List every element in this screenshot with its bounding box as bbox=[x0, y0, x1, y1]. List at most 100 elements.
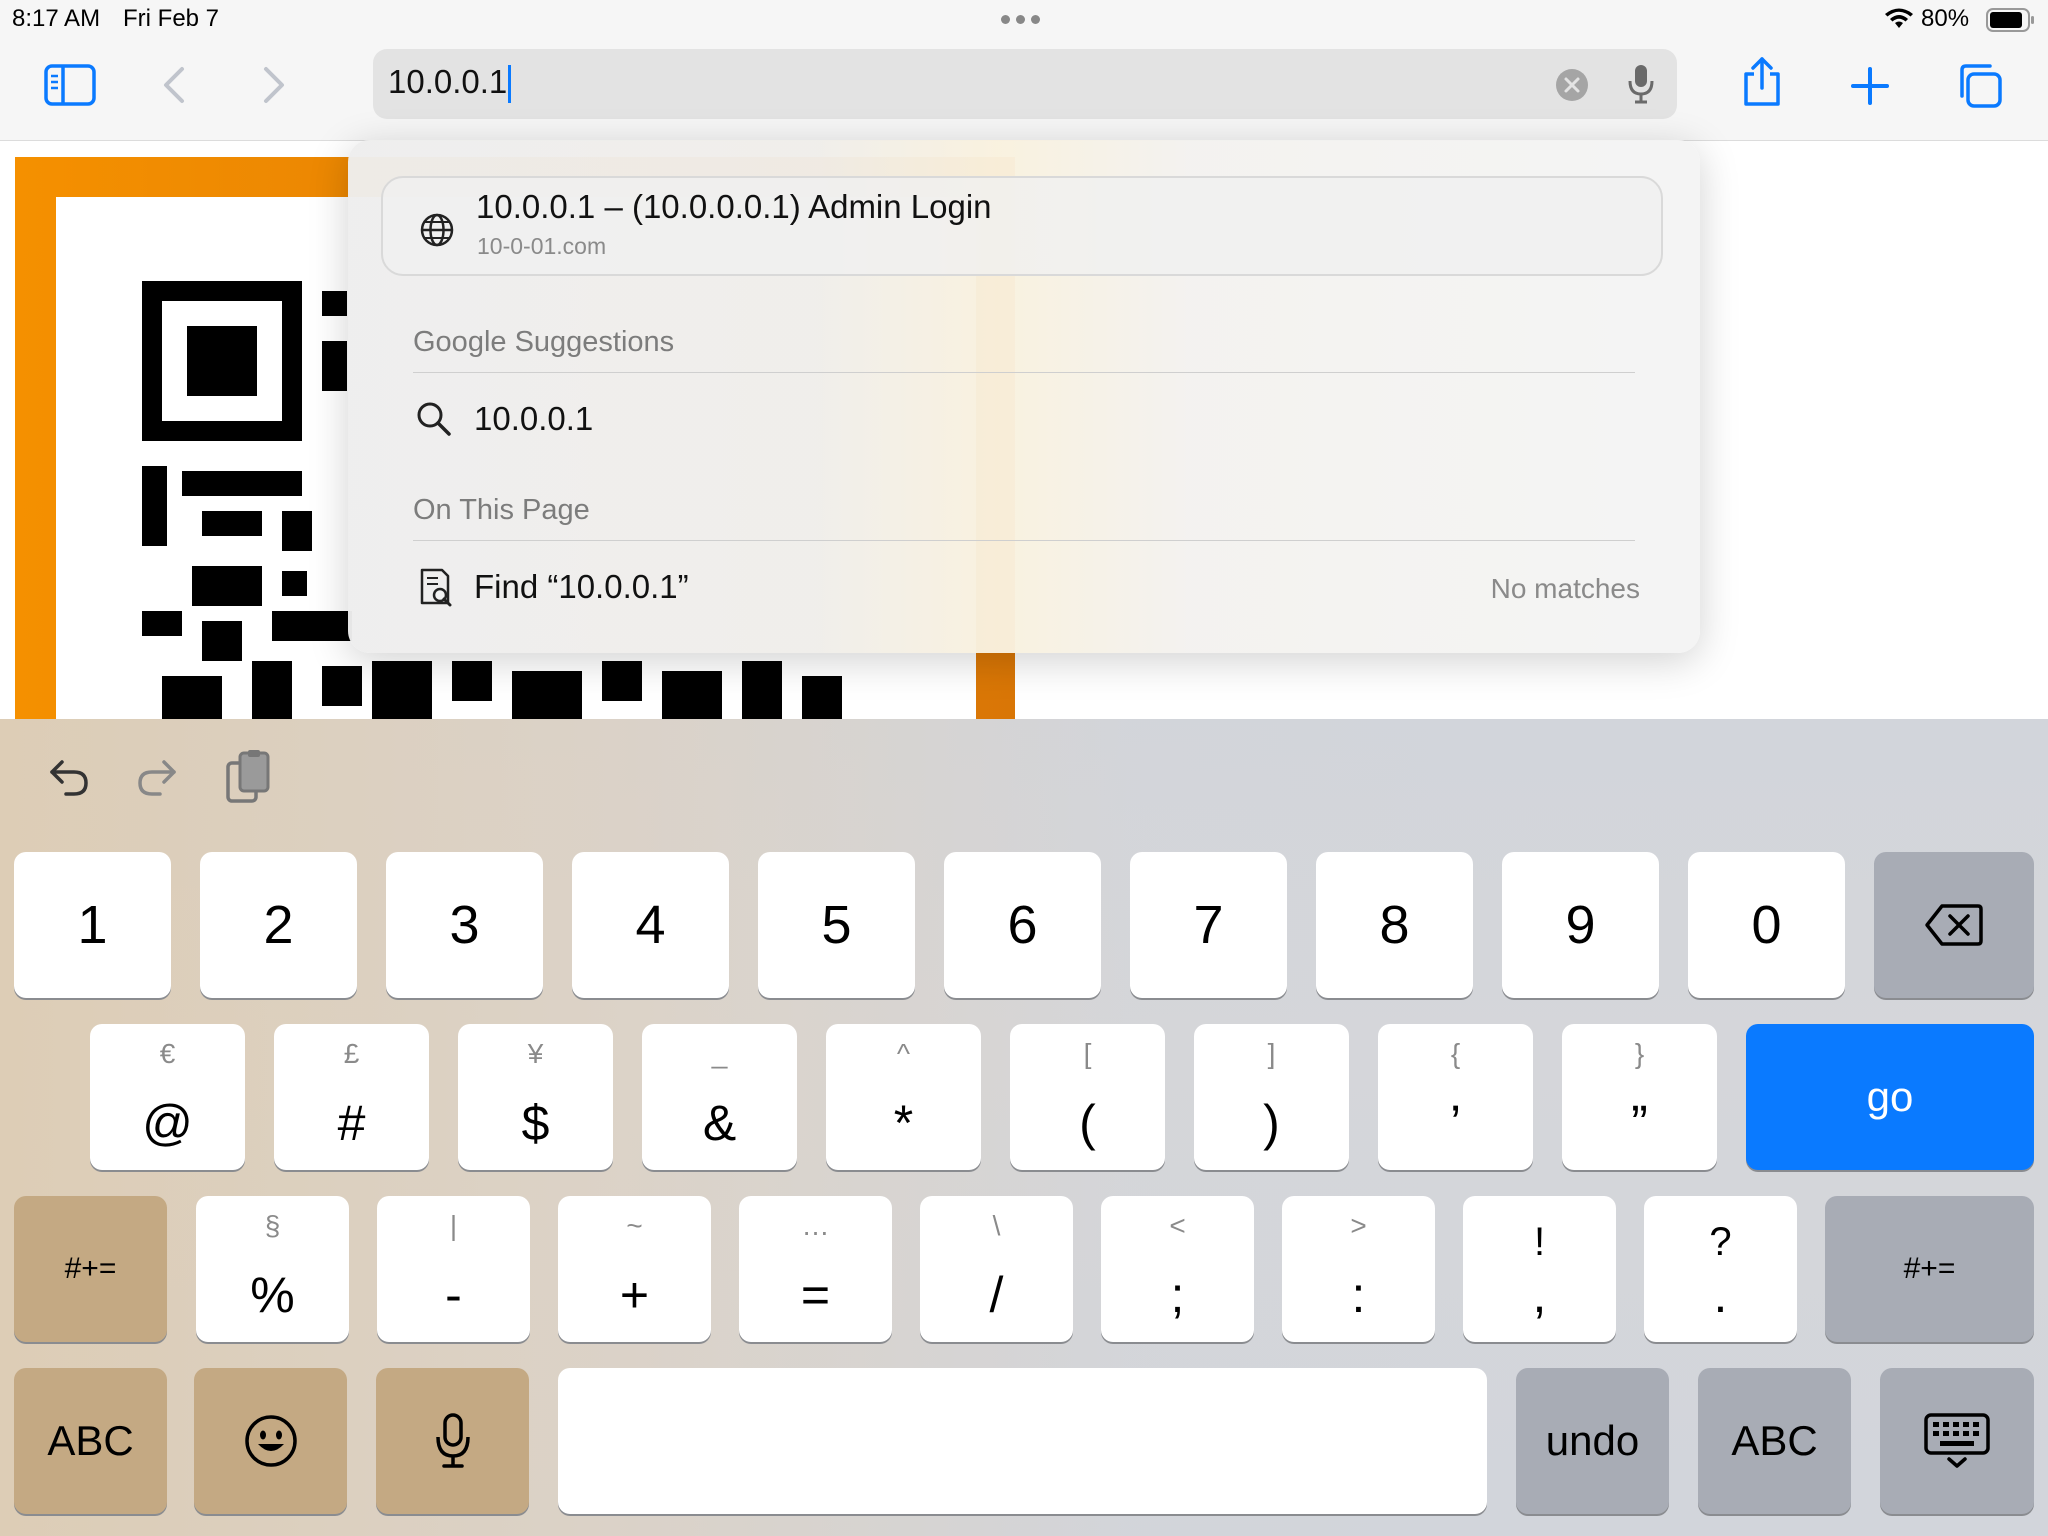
key-close-paren[interactable]: ] ) bbox=[1194, 1024, 1349, 1170]
key-comma[interactable]: ! , bbox=[1463, 1196, 1616, 1342]
space-key[interactable] bbox=[558, 1368, 1487, 1514]
dismiss-keyboard-key[interactable] bbox=[1880, 1368, 2034, 1514]
find-status: No matches bbox=[1490, 573, 1640, 604]
battery-percent: 80% bbox=[1921, 5, 1970, 32]
browser-toolbar: 10.0.0.1 bbox=[0, 40, 2048, 141]
key-slash[interactable]: \ / bbox=[920, 1196, 1073, 1342]
paste-icon[interactable] bbox=[224, 749, 274, 805]
key-8[interactable]: 8 bbox=[1316, 852, 1473, 998]
new-tab-icon[interactable] bbox=[1850, 66, 1890, 106]
key-label: ” bbox=[1631, 1095, 1648, 1151]
shift-symbols-key-right[interactable]: #+= bbox=[1825, 1196, 2034, 1342]
key-0[interactable]: 0 bbox=[1688, 852, 1845, 998]
globe-icon bbox=[420, 213, 454, 247]
mic-icon[interactable] bbox=[1627, 63, 1655, 105]
abc-key[interactable]: ABC bbox=[14, 1368, 167, 1514]
find-on-page-icon bbox=[420, 568, 452, 607]
key-label: ( bbox=[1079, 1095, 1096, 1151]
key-at[interactable]: € @ bbox=[90, 1024, 245, 1170]
key-alt-label: ¥ bbox=[527, 1038, 544, 1069]
key-1[interactable]: 1 bbox=[14, 852, 171, 998]
clear-icon[interactable] bbox=[1555, 68, 1589, 102]
multitasking-dots-icon[interactable] bbox=[1001, 15, 1040, 24]
key-open-paren[interactable]: [ ( bbox=[1010, 1024, 1165, 1170]
find-on-page-item[interactable]: Find “10.0.0.1” No matches bbox=[408, 548, 1640, 628]
emoji-key[interactable] bbox=[194, 1368, 347, 1514]
address-input-value: 10.0.0.1 bbox=[388, 63, 508, 100]
google-suggestions-heading: Google Suggestions bbox=[413, 326, 675, 358]
top-hit-title: 10.0.0.1 – (10.0.0.0.1) Admin Login bbox=[476, 188, 992, 225]
on-screen-keyboard: 1 2 3 4 5 6 7 8 9 0 € @ £ # ¥ $ _ & ^ * … bbox=[0, 719, 2048, 1536]
key-alt-label: } bbox=[1634, 1038, 1645, 1069]
mic-icon bbox=[435, 1413, 470, 1468]
key-alt-label: ! bbox=[1533, 1220, 1546, 1264]
key-alt-label: § bbox=[264, 1210, 281, 1241]
sidebar-icon[interactable] bbox=[44, 64, 96, 106]
status-time: 8:17 AM bbox=[12, 5, 101, 32]
key-9[interactable]: 9 bbox=[1502, 852, 1659, 998]
key-5[interactable]: 5 bbox=[758, 852, 915, 998]
redo-icon[interactable] bbox=[134, 754, 180, 800]
key-hyphen[interactable]: | - bbox=[377, 1196, 530, 1342]
key-hash[interactable]: £ # bbox=[274, 1024, 429, 1170]
status-date: Fri Feb 7 bbox=[123, 5, 220, 32]
key-alt-label: … bbox=[801, 1210, 830, 1241]
address-input[interactable]: 10.0.0.1 bbox=[388, 63, 512, 104]
key-alt-label: | bbox=[449, 1210, 458, 1241]
key-2[interactable]: 2 bbox=[200, 852, 357, 998]
key-semicolon[interactable]: < ; bbox=[1101, 1196, 1254, 1342]
key-plus[interactable]: ~ + bbox=[558, 1196, 711, 1342]
text-caret bbox=[508, 65, 512, 104]
key-3[interactable]: 3 bbox=[386, 852, 543, 998]
undo-key[interactable]: undo bbox=[1516, 1368, 1669, 1514]
key-apostrophe[interactable]: { ’ bbox=[1378, 1024, 1533, 1170]
key-7[interactable]: 7 bbox=[1130, 852, 1287, 998]
address-bar[interactable]: 10.0.0.1 bbox=[373, 49, 1677, 119]
forward-icon[interactable] bbox=[258, 65, 288, 105]
key-period[interactable]: ? . bbox=[1644, 1196, 1797, 1342]
key-label: # bbox=[337, 1095, 366, 1151]
key-label: = bbox=[800, 1267, 831, 1323]
key-colon[interactable]: > : bbox=[1282, 1196, 1435, 1342]
emoji-icon bbox=[244, 1415, 297, 1467]
key-alt-label: \ bbox=[992, 1210, 1001, 1241]
tabs-icon[interactable] bbox=[1956, 62, 2004, 110]
google-suggestion-item[interactable]: 10.0.0.1 bbox=[408, 380, 1640, 460]
divider bbox=[413, 372, 1635, 373]
share-icon[interactable] bbox=[1741, 56, 1783, 108]
top-hit-url: 10-0-01.com bbox=[477, 233, 607, 259]
key-quote[interactable]: } ” bbox=[1562, 1024, 1717, 1170]
top-hit-suggestion[interactable]: 10.0.0.1 – (10.0.0.0.1) Admin Login 10-0… bbox=[381, 176, 1663, 276]
key-4[interactable]: 4 bbox=[572, 852, 729, 998]
key-label: : bbox=[1351, 1267, 1366, 1323]
wifi-icon bbox=[1885, 8, 1913, 28]
key-label: * bbox=[893, 1095, 914, 1151]
key-label: . bbox=[1713, 1267, 1728, 1323]
key-alt-label: _ bbox=[711, 1038, 728, 1069]
key-alt-label: { bbox=[1450, 1038, 1461, 1069]
shift-symbols-key[interactable]: #+= bbox=[14, 1196, 167, 1342]
key-alt-label: [ bbox=[1083, 1038, 1092, 1069]
key-ampersand[interactable]: _ & bbox=[642, 1024, 797, 1170]
key-label: + bbox=[619, 1267, 650, 1323]
key-asterisk[interactable]: ^ * bbox=[826, 1024, 981, 1170]
undo-icon[interactable] bbox=[46, 754, 92, 800]
go-key[interactable]: go bbox=[1746, 1024, 2034, 1170]
key-percent[interactable]: § % bbox=[196, 1196, 349, 1342]
key-label: ) bbox=[1263, 1095, 1280, 1151]
delete-key[interactable] bbox=[1874, 852, 2034, 998]
key-alt-label: ^ bbox=[896, 1038, 911, 1069]
key-label: & bbox=[702, 1095, 737, 1151]
key-label: ; bbox=[1170, 1267, 1185, 1323]
key-alt-label: ? bbox=[1709, 1220, 1732, 1264]
key-equals[interactable]: … = bbox=[739, 1196, 892, 1342]
key-dollar[interactable]: ¥ $ bbox=[458, 1024, 613, 1170]
search-icon bbox=[417, 402, 451, 436]
back-icon[interactable] bbox=[160, 65, 190, 105]
abc-key-right[interactable]: ABC bbox=[1698, 1368, 1851, 1514]
key-label: % bbox=[250, 1267, 295, 1323]
keyboard-dismiss-icon bbox=[1924, 1413, 1990, 1468]
key-6[interactable]: 6 bbox=[944, 852, 1101, 998]
find-label: Find “10.0.0.1” bbox=[474, 568, 689, 605]
dictation-key[interactable] bbox=[376, 1368, 529, 1514]
